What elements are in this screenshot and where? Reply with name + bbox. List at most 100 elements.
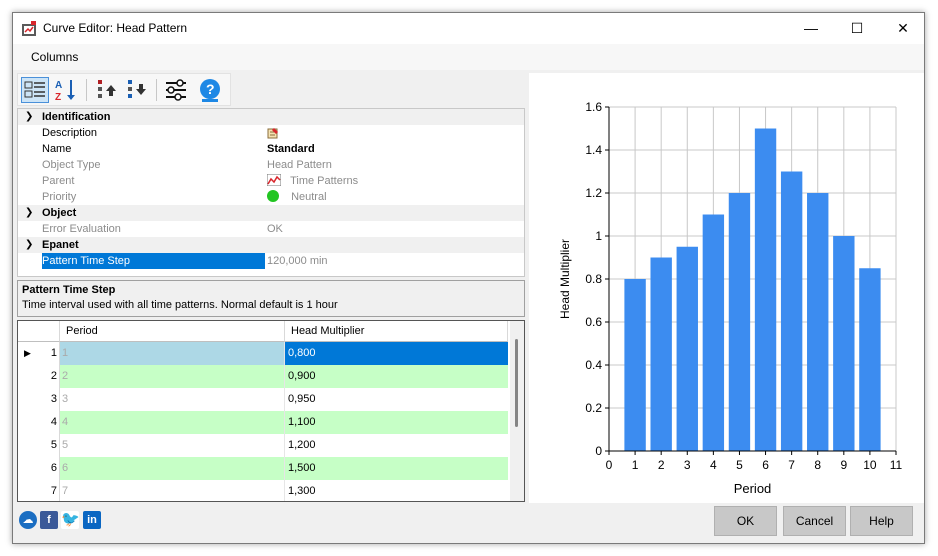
property-priority: Priority Neutral xyxy=(42,190,327,203)
table-row[interactable]: 6 6 1,500 xyxy=(18,457,508,480)
help-icon: ? xyxy=(200,79,220,102)
svg-text:Z: Z xyxy=(55,92,61,103)
property-parent: Parent Time Patterns xyxy=(42,173,359,187)
bar xyxy=(728,193,751,451)
help-tool-button[interactable]: ? xyxy=(196,77,224,103)
sort-alphabetical-button[interactable]: A Z xyxy=(52,77,80,103)
table-row[interactable]: 4 4 1,100 xyxy=(18,411,508,434)
y-tick-label: 0.6 xyxy=(585,315,602,329)
linkedin-icon[interactable]: in xyxy=(83,511,101,529)
table-row[interactable]: 3 3 0,950 xyxy=(18,388,508,411)
property-name[interactable]: Name Standard xyxy=(18,141,524,157)
twitter-icon[interactable]: 🐦 xyxy=(61,511,80,529)
y-tick-label: 1.2 xyxy=(585,186,602,200)
bar xyxy=(754,128,777,451)
categorized-view-icon xyxy=(24,81,45,98)
x-tick-label: 8 xyxy=(814,458,821,472)
settings-sliders-icon xyxy=(166,79,186,101)
help-button[interactable]: Help xyxy=(850,506,913,536)
x-tick-label: 9 xyxy=(840,458,847,472)
bar xyxy=(780,171,803,451)
y-tick-label: 1.4 xyxy=(585,143,602,157)
table-row[interactable]: 7 7 1,300 xyxy=(18,480,508,501)
table-row[interactable]: 2 2 0,900 xyxy=(18,365,508,388)
description-title: Pattern Time Step xyxy=(22,284,116,296)
cancel-button[interactable]: Cancel xyxy=(783,506,846,536)
property-object-type: Object Type Head Pattern xyxy=(42,159,332,171)
settings-button[interactable] xyxy=(162,77,190,103)
x-tick-label: 0 xyxy=(606,458,613,472)
x-tick-label: 3 xyxy=(684,458,691,472)
x-tick-label: 4 xyxy=(710,458,717,472)
head-multiplier-chart: 0 0.2 0.4 0.6 0.8 1 1.2 1.4 1.6 0 1 2 3 4 5 6 7 8 9 10 11 Per… xyxy=(558,100,903,496)
x-tick-label: 5 xyxy=(736,458,743,472)
svg-text:?: ? xyxy=(206,81,215,97)
sort-az-icon: A Z xyxy=(55,80,75,103)
property-pattern-time-step[interactable]: Pattern Time Step 120,000 min xyxy=(18,253,524,269)
facebook-icon[interactable]: f xyxy=(40,511,58,529)
x-axis-label: Period xyxy=(734,481,772,496)
bar xyxy=(624,279,646,451)
bar xyxy=(807,193,829,451)
priority-indicator-icon xyxy=(267,190,279,202)
property-toolbar: A Z ? xyxy=(17,73,231,106)
maximize-button[interactable]: ☐ xyxy=(834,13,880,44)
table-row[interactable]: ▶ 1 1 0,800 xyxy=(18,342,508,365)
bar xyxy=(676,246,698,451)
scrollbar-thumb[interactable] xyxy=(515,339,518,427)
category-identification[interactable]: ❯ Identification xyxy=(18,109,524,125)
chart-panel: 0 0.2 0.4 0.6 0.8 1 1.2 1.4 1.6 0 1 2 3 4 5 6 7 8 9 10 11 Per… xyxy=(529,73,924,503)
property-description[interactable]: Description xyxy=(18,125,524,141)
table-row[interactable]: 5 5 1,200 xyxy=(18,434,508,457)
chevron-down-icon[interactable]: ❯ xyxy=(25,205,33,221)
pattern-data-grid: Period Head Multiplier ▶ 1 1 0,800 2 2 0,… xyxy=(17,320,525,502)
x-tick-label: 2 xyxy=(658,458,665,472)
chevron-down-icon[interactable]: ❯ xyxy=(25,109,33,125)
x-tick-label: 1 xyxy=(632,458,639,472)
bar xyxy=(859,268,881,451)
bar xyxy=(650,257,672,451)
move-up-icon xyxy=(98,80,116,98)
ok-button[interactable]: OK xyxy=(714,506,777,536)
grid-corner-header xyxy=(18,321,60,342)
y-tick-label: 0.8 xyxy=(585,272,602,286)
y-tick-label: 1 xyxy=(595,229,602,243)
y-axis-label: Head Multiplier xyxy=(558,239,572,319)
property-grid: ❯ Identification Description Name Standa… xyxy=(17,108,525,277)
chevron-down-icon[interactable]: ❯ xyxy=(25,237,33,253)
bar xyxy=(702,214,725,451)
category-epanet[interactable]: ❯ Epanet xyxy=(18,237,524,253)
minimize-button[interactable]: — xyxy=(788,13,834,44)
title-bar[interactable]: Curve Editor: Head Pattern — ☐ ✕ xyxy=(13,13,924,44)
y-tick-label: 0.2 xyxy=(585,401,602,415)
y-tick-label: 1.6 xyxy=(585,100,602,114)
property-description-panel: Pattern Time Step Time interval used wit… xyxy=(17,280,525,317)
move-down-button[interactable] xyxy=(122,77,150,103)
category-object[interactable]: ❯ Object xyxy=(18,205,524,221)
x-tick-label: 11 xyxy=(890,458,903,472)
column-header-head-multiplier[interactable]: Head Multiplier xyxy=(285,321,508,342)
menu-columns[interactable]: Columns xyxy=(31,50,78,64)
app-icon xyxy=(22,21,36,36)
bar xyxy=(833,236,855,451)
x-tick-label: 10 xyxy=(863,458,877,472)
curve-editor-window: Curve Editor: Head Pattern — ☐ ✕ Columns… xyxy=(12,12,925,544)
move-up-button[interactable] xyxy=(92,77,120,103)
description-text: Time interval used with all time pattern… xyxy=(22,299,338,311)
column-header-period[interactable]: Period xyxy=(60,321,285,342)
property-error-evaluation: Error Evaluation OK xyxy=(42,223,283,235)
categorized-view-button[interactable] xyxy=(21,77,49,103)
y-tick-label: 0 xyxy=(595,444,602,458)
close-button[interactable]: ✕ xyxy=(880,13,926,44)
bottom-bar: ☁ f 🐦 in OK Cancel Help xyxy=(13,503,924,545)
x-tick-label: 7 xyxy=(788,458,795,472)
menu-bar: Columns xyxy=(13,44,924,70)
x-tick-label: 6 xyxy=(762,458,769,472)
grid-vertical-scrollbar[interactable] xyxy=(510,321,524,501)
current-row-indicator-icon: ▶ xyxy=(24,348,31,358)
edit-description-icon[interactable] xyxy=(267,127,279,139)
window-title: Curve Editor: Head Pattern xyxy=(43,21,188,35)
move-down-icon xyxy=(128,80,146,98)
y-tick-label: 0.4 xyxy=(585,358,602,372)
cloud-icon[interactable]: ☁ xyxy=(19,511,37,529)
